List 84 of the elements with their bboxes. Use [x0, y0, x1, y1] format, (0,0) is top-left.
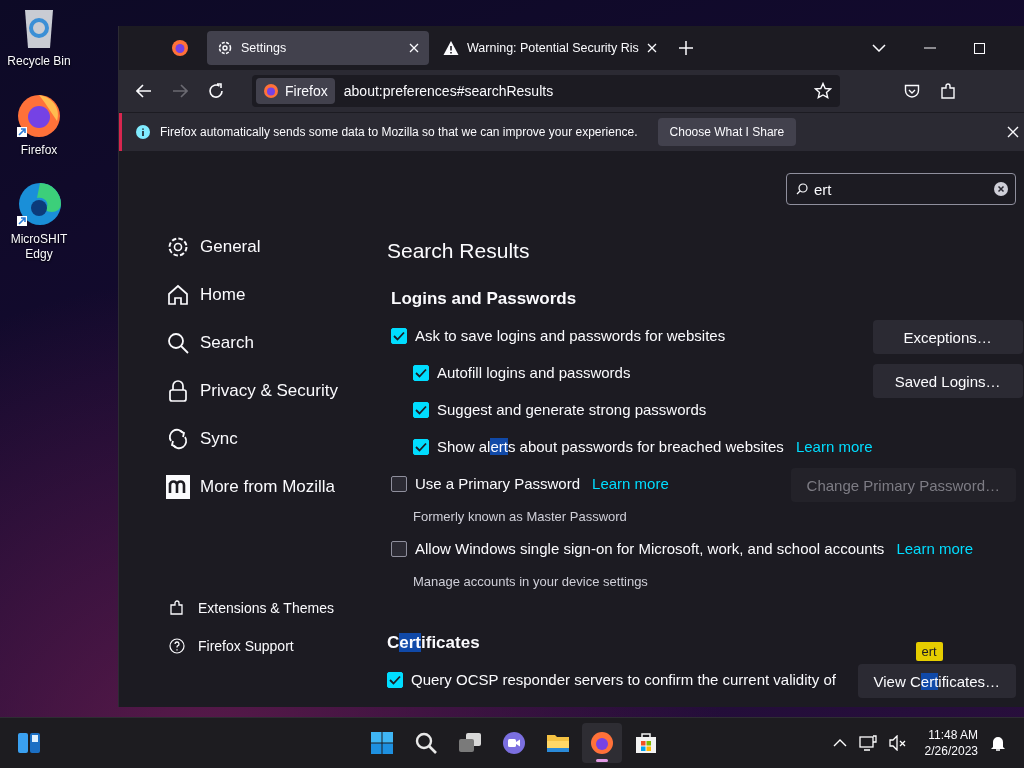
clock-date[interactable]: 2/26/2023: [924, 743, 978, 759]
identity-badge[interactable]: Firefox: [256, 78, 335, 104]
note-text: Manage accounts in your device settings: [412, 572, 649, 591]
address-bar[interactable]: Firefox about:preferences#searchResults: [252, 75, 840, 107]
url-text: about:preferences#searchResults: [343, 83, 554, 99]
lock-icon: [166, 379, 190, 403]
puzzle-icon: [169, 600, 185, 616]
checkbox-label[interactable]: Allow Windows single sign-on for Microsoft, work, and school accounts: [415, 540, 885, 557]
network-icon[interactable]: [858, 735, 877, 751]
gear-icon: [217, 40, 233, 56]
desktop-icon-label[interactable]: Recycle Bin: [4, 54, 74, 69]
checkbox-label[interactable]: Query OCSP responder servers to confirm the current validity of: [411, 671, 836, 688]
video-chat-icon[interactable]: [502, 731, 526, 755]
close-icon[interactable]: [646, 43, 657, 53]
gear-icon: [166, 235, 190, 259]
find-tooltip: ert: [915, 642, 943, 661]
choose-what-i-share-button[interactable]: Choose What I Share: [657, 118, 797, 146]
settings-button[interactable]: Exceptions…: [872, 320, 1023, 354]
browser-tab[interactable]: Warning: Potential Security Ris: [433, 31, 667, 65]
checkbox[interactable]: [413, 364, 429, 381]
checkbox[interactable]: [391, 327, 407, 344]
pocket-icon[interactable]: [904, 83, 920, 99]
clear-icon[interactable]: [994, 182, 1008, 196]
back-icon[interactable]: [136, 84, 152, 98]
checkbox-label[interactable]: Autofill logins and passwords: [437, 364, 631, 381]
maximize-icon[interactable]: [974, 42, 985, 54]
footer-link[interactable]: Firefox Support: [198, 638, 294, 654]
running-indicator: [596, 759, 608, 762]
star-icon[interactable]: [814, 82, 832, 100]
firefox-icon[interactable]: [171, 39, 189, 57]
tab-title: Settings: [241, 41, 288, 55]
store-icon[interactable]: [634, 731, 658, 755]
windows-logo-icon[interactable]: [370, 731, 394, 755]
tab-title: Warning: Potential Security Ris: [467, 41, 639, 55]
checkbox-label[interactable]: Ask to save logins and passwords for websites: [415, 327, 726, 344]
search-query: ert: [814, 180, 832, 198]
browser-tab[interactable]: Settings: [207, 31, 429, 65]
desktop-icon-label[interactable]: Firefox: [4, 143, 74, 158]
search-icon[interactable]: [414, 731, 438, 755]
close-icon[interactable]: [409, 43, 419, 53]
learn-more-link[interactable]: Learn more: [795, 438, 873, 455]
close-icon[interactable]: [1007, 126, 1019, 138]
notification-icon[interactable]: [990, 734, 1006, 752]
desktop-icon-label[interactable]: MicroSHIT Edgy: [4, 232, 74, 262]
checkbox[interactable]: [391, 475, 407, 492]
learn-more-link[interactable]: Learn more: [896, 540, 974, 557]
checkbox[interactable]: [391, 540, 407, 557]
category-label[interactable]: Search: [200, 333, 254, 353]
category-label[interactable]: Sync: [200, 429, 238, 449]
chevron-up-icon[interactable]: [832, 739, 847, 747]
volume-muted-icon[interactable]: [888, 735, 907, 751]
page-title: Search Results: [387, 238, 531, 264]
sync-icon: [166, 427, 190, 451]
checkbox[interactable]: [387, 671, 403, 688]
notification-message: Firefox automatically sends some data to Mozilla so that we can improve your experience.: [160, 125, 638, 139]
section-heading: Logins and Passwords: [391, 288, 578, 310]
checkbox-label[interactable]: Use a Primary Password: [415, 475, 581, 492]
mozilla-logo-icon: [166, 475, 190, 499]
category-label[interactable]: Privacy & Security: [200, 381, 338, 401]
help-icon: [169, 638, 185, 654]
task-view-icon[interactable]: [458, 731, 482, 755]
learn-more-link[interactable]: Learn more: [592, 475, 669, 492]
info-icon: [136, 125, 150, 139]
settings-button[interactable]: Saved Logins…: [872, 364, 1023, 398]
search-icon: [166, 331, 190, 355]
footer-link[interactable]: Extensions & Themes: [198, 600, 334, 616]
checkbox[interactable]: [413, 401, 429, 418]
category-label[interactable]: More from Mozilla: [200, 477, 336, 497]
category-label[interactable]: General: [200, 237, 261, 257]
search-field[interactable]: ert: [786, 173, 1016, 205]
search-icon: [796, 183, 808, 195]
edge-icon[interactable]: [15, 180, 63, 228]
checkbox[interactable]: [413, 438, 429, 455]
home-icon: [166, 283, 190, 307]
checkbox-label[interactable]: Suggest and generate strong passwords: [437, 401, 707, 418]
reload-icon[interactable]: [208, 83, 224, 99]
category-label[interactable]: Home: [200, 285, 246, 305]
widgets-icon[interactable]: [17, 732, 41, 754]
new-tab-icon[interactable]: [678, 41, 693, 55]
puzzle-icon[interactable]: [940, 82, 956, 100]
warning-icon: [443, 40, 459, 56]
chevron-down-icon[interactable]: [872, 44, 886, 52]
note-text: Formerly known as Master Password: [412, 507, 628, 526]
clock-time[interactable]: 11:48 AM: [928, 727, 978, 743]
